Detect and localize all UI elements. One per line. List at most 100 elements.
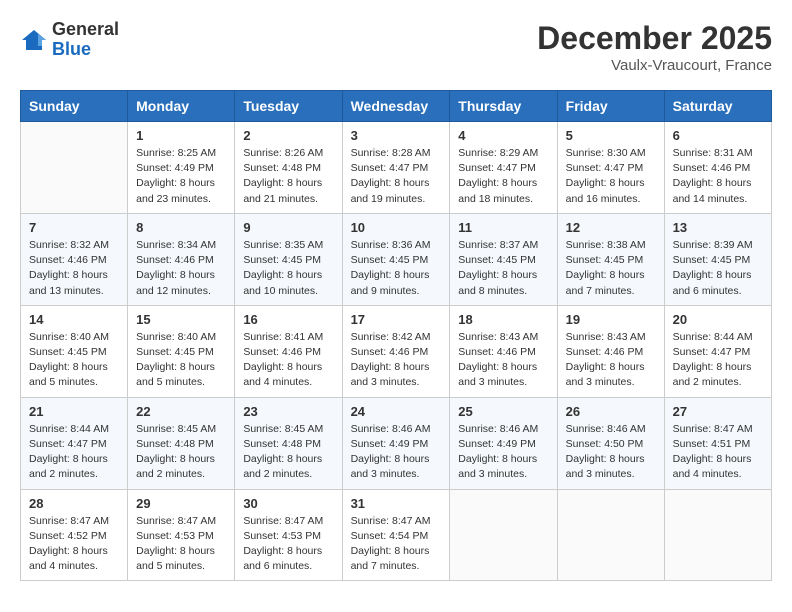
day-number: 7	[29, 220, 119, 235]
day-number: 25	[458, 404, 548, 419]
day-header-wednesday: Wednesday	[342, 91, 450, 122]
day-number: 16	[243, 312, 333, 327]
calendar-cell: 23 Sunrise: 8:45 AMSunset: 4:48 PMDayligh…	[235, 397, 342, 489]
calendar-cell: 27 Sunrise: 8:47 AMSunset: 4:51 PMDayligh…	[664, 397, 771, 489]
calendar-cell: 29 Sunrise: 8:47 AMSunset: 4:53 PMDayligh…	[128, 489, 235, 581]
day-number: 1	[136, 128, 226, 143]
calendar-cell	[557, 489, 664, 581]
day-number: 11	[458, 220, 548, 235]
day-number: 20	[673, 312, 763, 327]
calendar-week-row: 28Sunrise: 8:47 AMSunset: 4:52 PMDayligh…	[21, 489, 772, 581]
logo-blue-text: Blue	[52, 40, 119, 60]
day-number: 22	[136, 404, 226, 419]
day-number: 6	[673, 128, 763, 143]
calendar-cell: 20Sunrise: 8:44 AMSunset: 4:47 PMDayligh…	[664, 305, 771, 397]
day-number: 30	[243, 496, 333, 511]
calendar-cell: 24 Sunrise: 8:46 AMSunset: 4:49 PMDayligh…	[342, 397, 450, 489]
day-info: Sunrise: 8:30 AMSunset: 4:47 PMDaylight:…	[566, 146, 656, 207]
day-info: Sunrise: 8:40 AMSunset: 4:45 PMDaylight:…	[136, 330, 226, 391]
day-info: Sunrise: 8:47 AMSunset: 4:53 PMDaylight:…	[243, 514, 333, 575]
calendar-body: 1 Sunrise: 8:25 AMSunset: 4:49 PMDaylight…	[21, 122, 772, 581]
day-number: 13	[673, 220, 763, 235]
day-number: 3	[351, 128, 442, 143]
day-info: Sunrise: 8:34 AMSunset: 4:46 PMDaylight:…	[136, 238, 226, 299]
day-info: Sunrise: 8:47 AMSunset: 4:53 PMDaylight:…	[136, 514, 226, 575]
day-number: 10	[351, 220, 442, 235]
day-info: Sunrise: 8:35 AMSunset: 4:45 PMDaylight:…	[243, 238, 333, 299]
calendar-cell	[21, 122, 128, 214]
month-title: December 2025	[537, 20, 772, 57]
day-info: Sunrise: 8:26 AMSunset: 4:48 PMDaylight:…	[243, 146, 333, 207]
day-number: 29	[136, 496, 226, 511]
calendar-week-row: 21 Sunrise: 8:44 AMSunset: 4:47 PMDayligh…	[21, 397, 772, 489]
day-number: 19	[566, 312, 656, 327]
day-info: Sunrise: 8:40 AMSunset: 4:45 PMDaylight:…	[29, 330, 119, 391]
calendar-cell: 13 Sunrise: 8:39 AMSunset: 4:45 PMDayligh…	[664, 213, 771, 305]
logo-icon	[20, 26, 48, 54]
day-number: 5	[566, 128, 656, 143]
calendar-cell: 8 Sunrise: 8:34 AMSunset: 4:46 PMDaylight…	[128, 213, 235, 305]
calendar-cell: 2Sunrise: 8:26 AMSunset: 4:48 PMDaylight…	[235, 122, 342, 214]
day-number: 15	[136, 312, 226, 327]
calendar-cell: 22 Sunrise: 8:45 AMSunset: 4:48 PMDayligh…	[128, 397, 235, 489]
day-info: Sunrise: 8:36 AMSunset: 4:45 PMDaylight:…	[351, 238, 442, 299]
day-info: Sunrise: 8:47 AMSunset: 4:51 PMDaylight:…	[673, 422, 763, 483]
day-number: 27	[673, 404, 763, 419]
calendar-week-row: 14 Sunrise: 8:40 AMSunset: 4:45 PMDayligh…	[21, 305, 772, 397]
day-number: 31	[351, 496, 442, 511]
day-number: 17	[351, 312, 442, 327]
day-number: 4	[458, 128, 548, 143]
calendar-cell: 26Sunrise: 8:46 AMSunset: 4:50 PMDayligh…	[557, 397, 664, 489]
day-number: 8	[136, 220, 226, 235]
day-header-saturday: Saturday	[664, 91, 771, 122]
calendar-cell: 11Sunrise: 8:37 AMSunset: 4:45 PMDayligh…	[450, 213, 557, 305]
logo: General Blue	[20, 20, 119, 60]
calendar-cell: 1 Sunrise: 8:25 AMSunset: 4:49 PMDaylight…	[128, 122, 235, 214]
day-headers-row: SundayMondayTuesdayWednesdayThursdayFrid…	[21, 91, 772, 122]
calendar-cell	[664, 489, 771, 581]
day-info: Sunrise: 8:39 AMSunset: 4:45 PMDaylight:…	[673, 238, 763, 299]
day-info: Sunrise: 8:25 AMSunset: 4:49 PMDaylight:…	[136, 146, 226, 207]
day-info: Sunrise: 8:44 AMSunset: 4:47 PMDaylight:…	[29, 422, 119, 483]
day-header-tuesday: Tuesday	[235, 91, 342, 122]
calendar-cell: 15 Sunrise: 8:40 AMSunset: 4:45 PMDayligh…	[128, 305, 235, 397]
calendar-week-row: 7Sunrise: 8:32 AMSunset: 4:46 PMDaylight…	[21, 213, 772, 305]
day-info: Sunrise: 8:45 AMSunset: 4:48 PMDaylight:…	[136, 422, 226, 483]
day-number: 21	[29, 404, 119, 419]
calendar-cell: 12 Sunrise: 8:38 AMSunset: 4:45 PMDayligh…	[557, 213, 664, 305]
day-info: Sunrise: 8:47 AMSunset: 4:54 PMDaylight:…	[351, 514, 442, 575]
day-info: Sunrise: 8:46 AMSunset: 4:49 PMDaylight:…	[351, 422, 442, 483]
calendar-cell: 21 Sunrise: 8:44 AMSunset: 4:47 PMDayligh…	[21, 397, 128, 489]
location: Vaulx-Vraucourt, France	[537, 57, 772, 74]
day-number: 28	[29, 496, 119, 511]
day-number: 23	[243, 404, 333, 419]
day-number: 12	[566, 220, 656, 235]
logo-text: General Blue	[52, 20, 119, 60]
logo-general-text: General	[52, 20, 119, 40]
calendar-cell	[450, 489, 557, 581]
calendar-table: SundayMondayTuesdayWednesdayThursdayFrid…	[20, 90, 772, 581]
day-number: 14	[29, 312, 119, 327]
day-info: Sunrise: 8:31 AMSunset: 4:46 PMDaylight:…	[673, 146, 763, 207]
calendar-cell: 16Sunrise: 8:41 AMSunset: 4:46 PMDayligh…	[235, 305, 342, 397]
day-info: Sunrise: 8:45 AMSunset: 4:48 PMDaylight:…	[243, 422, 333, 483]
calendar-cell: 31 Sunrise: 8:47 AMSunset: 4:54 PMDayligh…	[342, 489, 450, 581]
calendar-cell: 6 Sunrise: 8:31 AMSunset: 4:46 PMDaylight…	[664, 122, 771, 214]
calendar-cell: 18 Sunrise: 8:43 AMSunset: 4:46 PMDayligh…	[450, 305, 557, 397]
calendar-cell: 28Sunrise: 8:47 AMSunset: 4:52 PMDayligh…	[21, 489, 128, 581]
calendar-cell: 17 Sunrise: 8:42 AMSunset: 4:46 PMDayligh…	[342, 305, 450, 397]
calendar-cell: 30 Sunrise: 8:47 AMSunset: 4:53 PMDayligh…	[235, 489, 342, 581]
day-header-thursday: Thursday	[450, 91, 557, 122]
day-info: Sunrise: 8:42 AMSunset: 4:46 PMDaylight:…	[351, 330, 442, 391]
day-info: Sunrise: 8:28 AMSunset: 4:47 PMDaylight:…	[351, 146, 442, 207]
day-info: Sunrise: 8:43 AMSunset: 4:46 PMDaylight:…	[458, 330, 548, 391]
calendar-cell: 3 Sunrise: 8:28 AMSunset: 4:47 PMDaylight…	[342, 122, 450, 214]
day-info: Sunrise: 8:38 AMSunset: 4:45 PMDaylight:…	[566, 238, 656, 299]
day-number: 9	[243, 220, 333, 235]
day-info: Sunrise: 8:43 AMSunset: 4:46 PMDaylight:…	[566, 330, 656, 391]
day-header-monday: Monday	[128, 91, 235, 122]
day-number: 18	[458, 312, 548, 327]
calendar-cell: 5 Sunrise: 8:30 AMSunset: 4:47 PMDaylight…	[557, 122, 664, 214]
day-number: 24	[351, 404, 442, 419]
day-info: Sunrise: 8:29 AMSunset: 4:47 PMDaylight:…	[458, 146, 548, 207]
